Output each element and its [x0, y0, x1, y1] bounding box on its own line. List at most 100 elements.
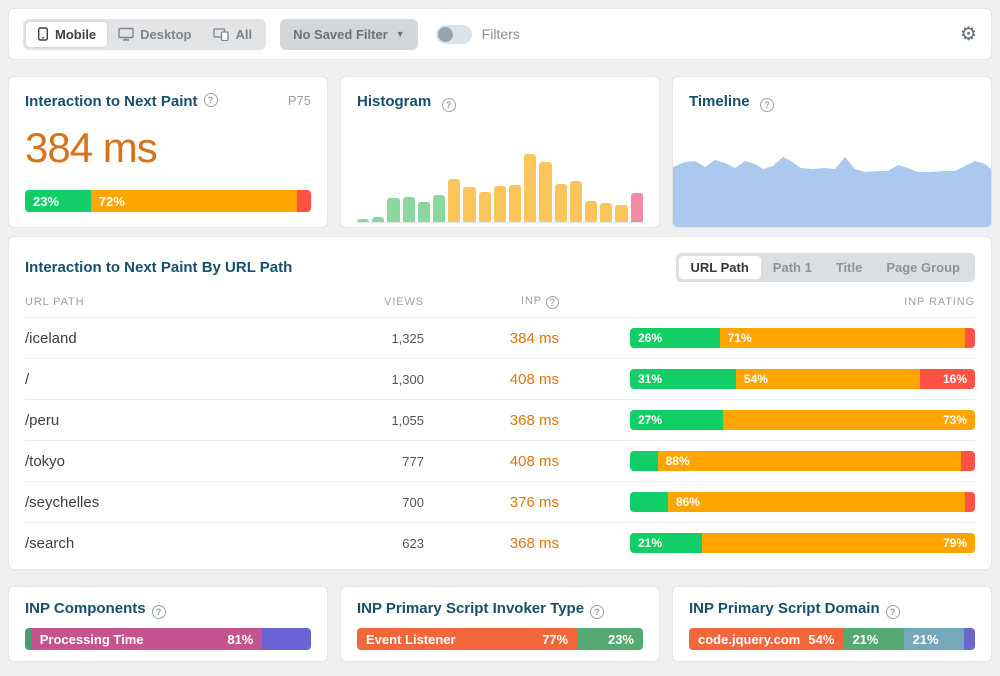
row-rating-segment-label: 26%	[630, 331, 662, 345]
breakdown-segment-label: code.jquery.com	[689, 632, 800, 647]
inp-by-url-table-card: Interaction to Next Paint By URL Path UR…	[8, 236, 992, 570]
row-rating-segment: 79%	[702, 533, 975, 553]
table-row[interactable]: /1,300408 ms31%54%16%	[25, 358, 975, 399]
gear-icon[interactable]: ⚙	[960, 25, 977, 44]
device-tab-label: Mobile	[55, 27, 96, 42]
breakdown-segment: Event Listener77%	[357, 628, 577, 650]
row-rating-segment-label: 31%	[630, 372, 662, 386]
breakdown-segment-label: Processing Time	[31, 632, 144, 647]
row-rating-segment	[965, 328, 975, 348]
row-rating-segment	[630, 451, 658, 471]
inp-rating-segment-label: 23%	[25, 194, 59, 209]
breakdown-segment-pct: 54%	[800, 632, 843, 647]
row-rating-segment-label: 86%	[668, 495, 700, 509]
row-url-path: /iceland	[25, 330, 334, 347]
breakdown-segment	[964, 628, 975, 650]
filters-toggle-label: Filters	[482, 26, 520, 42]
toggle-knob	[438, 27, 453, 42]
row-rating-segment	[965, 492, 975, 512]
col-header-views: VIEWS	[334, 296, 424, 308]
row-rating-segment	[961, 451, 975, 471]
row-rating-segment-label: 54%	[736, 372, 768, 386]
row-rating-cell: 88%	[559, 451, 975, 471]
device-tab-mobile[interactable]: Mobile	[26, 22, 107, 47]
breakdown-card: INP Primary Script Invoker Type? Event Li…	[340, 586, 660, 662]
row-rating-segment: 54%	[736, 369, 920, 389]
breakdown-card-head: INP Primary Script Invoker Type?	[357, 600, 643, 619]
timeline-card: Timeline ?	[672, 76, 992, 228]
histogram-bar	[418, 202, 430, 222]
breakdown-card-head: INP Components?	[25, 600, 311, 619]
histogram-bar	[433, 195, 445, 222]
inp-rating-bar: 23%72%	[25, 190, 311, 212]
histogram-chart	[357, 143, 643, 223]
saved-filter-dropdown[interactable]: No Saved Filter ▼	[280, 19, 418, 50]
help-icon[interactable]: ?	[886, 605, 900, 619]
histogram-bar	[585, 201, 597, 222]
table-body: /iceland1,325384 ms26%71%/1,300408 ms31%…	[25, 317, 975, 563]
help-icon[interactable]: ?	[590, 605, 604, 619]
row-url-path: /seychelles	[25, 494, 334, 511]
device-tab-label: Desktop	[140, 27, 191, 42]
row-url-path: /tokyo	[25, 453, 334, 470]
row-views: 1,300	[334, 372, 424, 387]
tab-page-group[interactable]: Page Group	[874, 256, 972, 279]
help-icon[interactable]: ?	[152, 605, 166, 619]
row-rating-segment-label: 16%	[943, 372, 975, 386]
tab-url-path[interactable]: URL Path	[679, 256, 761, 279]
histogram-card: Histogram ?	[340, 76, 660, 228]
row-views: 777	[334, 454, 424, 469]
breakdown-bar: code.jquery.com54%21%21%	[689, 628, 975, 650]
histogram-bar	[570, 181, 582, 222]
saved-filter-label: No Saved Filter	[293, 27, 388, 42]
tab-path-1[interactable]: Path 1	[761, 256, 824, 279]
table-row[interactable]: /search623368 ms21%79%	[25, 522, 975, 563]
row-rating-segment: 86%	[668, 492, 965, 512]
table-row[interactable]: /seychelles700376 ms86%	[25, 481, 975, 522]
histogram-bar	[357, 219, 369, 222]
row-rating-segment: 27%	[630, 410, 723, 430]
breakdown-segment: 21%	[904, 628, 964, 650]
col-header-url-path: URL PATH	[25, 296, 334, 308]
breakdown-segment-label: Event Listener	[357, 632, 456, 647]
breakdown-card: INP Components?Processing Time81%	[8, 586, 328, 662]
row-rating-segment-label: 88%	[658, 454, 690, 468]
row-rating-bar: 26%71%	[630, 328, 975, 348]
row-views: 1,325	[334, 331, 424, 346]
breakdown-card-title: INP Primary Script Invoker Type	[357, 600, 584, 617]
row-rating-segment: 16%	[920, 369, 975, 389]
histogram-bar	[631, 193, 643, 222]
histogram-bar	[615, 205, 627, 222]
device-tab-all[interactable]: All	[202, 22, 263, 47]
breakdown-segment: 21%	[843, 628, 903, 650]
timeline-chart	[673, 105, 991, 227]
row-rating-segment-label: 21%	[630, 536, 662, 550]
histogram-bar	[387, 198, 399, 222]
help-icon[interactable]: ?	[204, 93, 218, 107]
breakdown-segment-pct: 21%	[843, 632, 878, 647]
help-icon[interactable]: ?	[546, 296, 559, 309]
device-tab-desktop[interactable]: Desktop	[107, 22, 202, 47]
histogram-bar	[494, 186, 506, 222]
table-row[interactable]: /peru1,055368 ms27%73%	[25, 399, 975, 440]
histogram-bar	[524, 154, 536, 222]
toolbar: Mobile Desktop All No Saved Filter ▼ Filte…	[8, 8, 992, 60]
table-header-row: URL PATH VIEWS INP? INP RATING	[25, 287, 975, 317]
tab-title[interactable]: Title	[824, 256, 875, 279]
table-row[interactable]: /tokyo777408 ms88%	[25, 440, 975, 481]
breakdown-bar: Event Listener77%23%	[357, 628, 643, 650]
histogram-bar	[555, 184, 567, 222]
row-inp-value: 368 ms	[424, 412, 559, 429]
breakdown-card-head: INP Primary Script Domain?	[689, 600, 975, 619]
table-row[interactable]: /iceland1,325384 ms26%71%	[25, 317, 975, 358]
row-rating-cell: 27%73%	[559, 410, 975, 430]
row-rating-cell: 86%	[559, 492, 975, 512]
row-rating-cell: 26%71%	[559, 328, 975, 348]
filters-toggle[interactable]	[436, 25, 472, 44]
histogram-bar	[403, 197, 415, 222]
histogram-bar	[509, 185, 521, 222]
mobile-icon	[37, 27, 49, 41]
histogram-bar	[372, 217, 384, 222]
inp-value: 384 ms	[25, 124, 311, 172]
help-icon[interactable]: ?	[442, 98, 456, 112]
